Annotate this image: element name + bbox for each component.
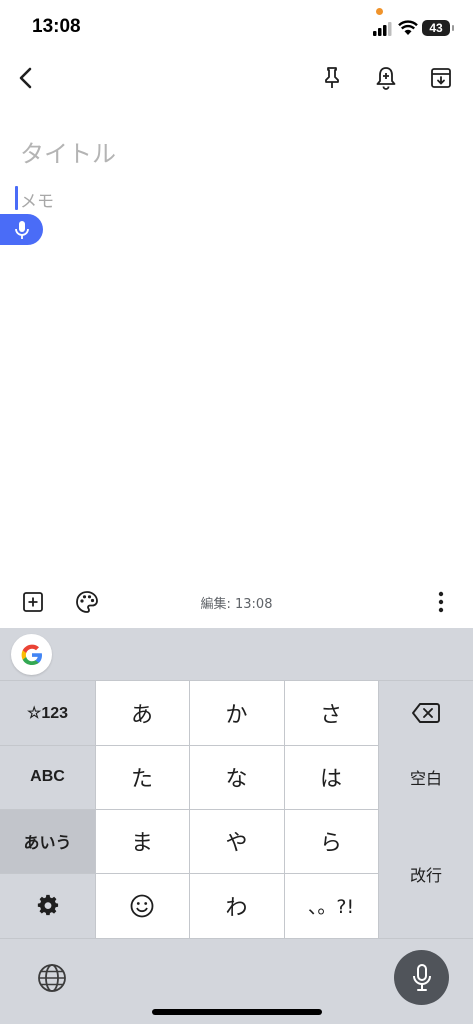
key-ta[interactable]: た — [95, 745, 189, 809]
key-divider — [0, 938, 473, 939]
key-ka[interactable]: か — [189, 681, 284, 745]
battery-icon: 43 — [422, 20, 454, 36]
bell-plus-icon — [376, 67, 396, 90]
back-button[interactable] — [8, 60, 44, 96]
gear-icon — [37, 894, 58, 916]
key-divider — [95, 680, 96, 938]
pin-icon — [325, 67, 339, 88]
status-time: 13:08 — [32, 16, 81, 37]
microphone-icon — [412, 963, 431, 991]
smiley-icon — [130, 894, 154, 917]
key-divider — [189, 680, 190, 938]
key-a[interactable]: あ — [95, 681, 189, 745]
keyboard-mic-button[interactable] — [394, 950, 449, 1005]
voice-input-button[interactable] — [0, 214, 43, 245]
pin-button[interactable] — [314, 60, 350, 96]
more-options-button[interactable] — [423, 584, 459, 620]
symbols-key[interactable]: ☆123 — [0, 681, 95, 745]
emoji-key[interactable] — [95, 873, 189, 938]
space-key[interactable]: 空白 — [379, 745, 473, 809]
backspace-key[interactable] — [379, 681, 473, 745]
edited-timestamp: 編集: 13:08 — [200, 597, 273, 612]
key-divider — [284, 680, 285, 938]
google-g-icon — [21, 644, 42, 665]
hiragana-key[interactable]: あいう — [0, 809, 95, 873]
microphone-icon — [14, 220, 29, 239]
text-cursor — [15, 186, 18, 210]
globe-button[interactable] — [31, 957, 73, 999]
key-ha[interactable]: は — [284, 745, 378, 809]
abc-key[interactable]: ABC — [0, 745, 95, 809]
reminder-button[interactable] — [368, 60, 404, 96]
settings-key[interactable] — [0, 873, 95, 937]
home-indicator — [152, 1009, 322, 1015]
key-sa[interactable]: さ — [284, 681, 378, 745]
more-vert-icon — [438, 591, 444, 613]
title-input[interactable]: タイトル — [20, 134, 440, 174]
status-bar: 13:08 43 — [0, 0, 473, 54]
cellular-signal-icon — [373, 22, 392, 36]
backspace-icon — [412, 703, 440, 723]
punctuation-key[interactable]: 、。?! — [284, 873, 378, 938]
archive-button[interactable] — [423, 60, 459, 96]
key-ra[interactable]: ら — [284, 809, 378, 873]
mic-indicator-dot — [376, 8, 383, 15]
key-na[interactable]: な — [189, 745, 284, 809]
key-wa[interactable]: わ — [189, 873, 284, 938]
key-ya[interactable]: や — [189, 809, 284, 873]
archive-icon — [431, 68, 451, 88]
enter-key[interactable]: 改行 — [379, 809, 473, 938]
wifi-icon — [398, 20, 418, 35]
memo-input[interactable]: メモ — [20, 187, 54, 212]
chevron-left-icon — [19, 67, 32, 89]
globe-icon — [38, 964, 66, 992]
google-button[interactable] — [11, 634, 52, 675]
key-ma[interactable]: ま — [95, 809, 189, 873]
